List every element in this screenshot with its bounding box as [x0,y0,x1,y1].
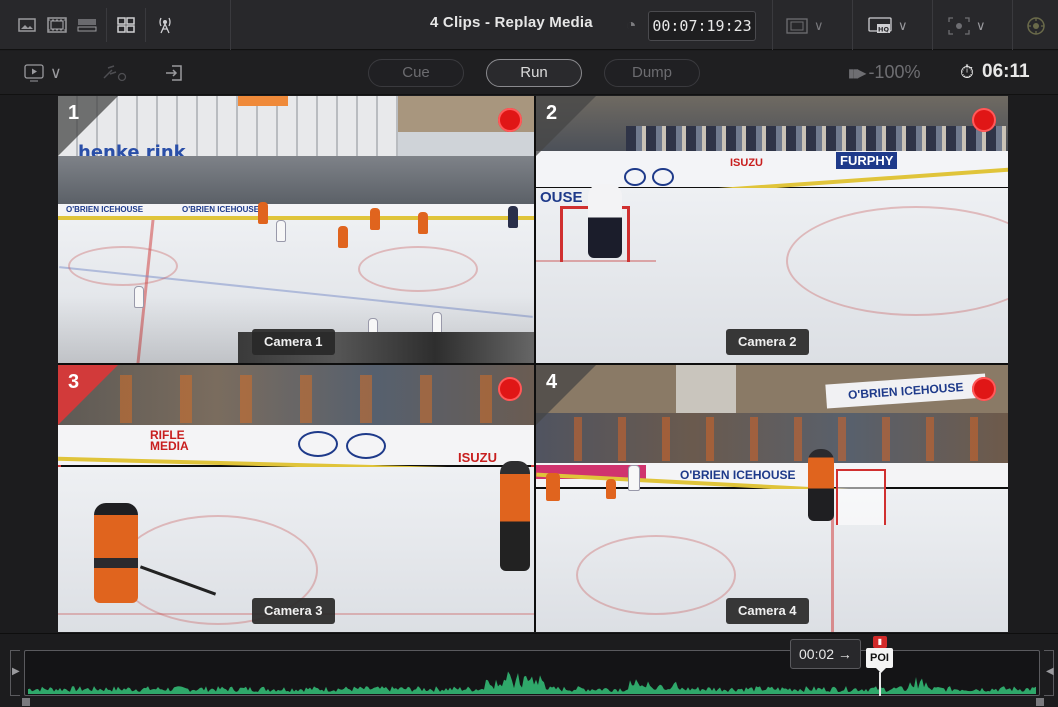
scroll-left-icon[interactable]: ▶ [12,666,20,677]
camera-label: Camera 2 [726,329,809,355]
run-button[interactable]: Run [486,59,582,87]
transition-icon[interactable] [102,61,128,85]
poi-marker[interactable]: POI [866,648,893,673]
svg-text:HQ: HQ [878,26,889,34]
record-indicator-icon [498,108,522,132]
cue-button[interactable]: Cue [368,59,464,87]
stopwatch-icon: ⏱ [960,61,975,82]
safe-area-dropdown[interactable]: ∨ [786,12,824,40]
multiview-grid-icon[interactable] [111,11,141,39]
board-ad: O'BRIEN ICEHOUSE [182,205,260,214]
board-ad: FURPHY [836,152,898,169]
record-indicator-icon [972,108,996,132]
camera-tile-4[interactable]: O'BRIEN ICEHOUSE O'BRIEN ICEHOUSE 4 Came… [536,365,1008,632]
replay-timeline[interactable]: ▶ ◀ 00:02 → ▮ POI [0,633,1058,707]
image-view-icon[interactable] [12,11,42,39]
board-ad: O'BRIEN ICEHOUSE [66,205,144,214]
transport-bar: ∨ Cue Run Dump ▮▮▶ -100% ⏱ 06:11 [0,51,1058,95]
chevron-down-icon: ∨ [50,65,62,82]
toolbar-divider [106,8,107,42]
camera-4-feed: O'BRIEN ICEHOUSE O'BRIEN ICEHOUSE [536,365,1008,632]
chevron-down-icon: ∨ [898,18,908,33]
camera-1-feed: henke rink O'BRIEN ICEHOUSE O'BRIEN ICEH… [58,96,534,363]
camera-tile-2[interactable]: FURPHY ISUZU OUSE 2 Camera 2 [536,96,1008,363]
dump-button[interactable]: Dump [604,59,700,87]
replay-app: 4 Clips - Replay Media ◔ 00:07:19:23 ∨ H… [0,0,1058,707]
hq-monitor-icon: HQ [868,17,892,34]
page-title: 4 Clips - Replay Media [430,14,593,31]
board-ad: ISUZU [730,157,763,169]
zoom-frame-icon [948,17,970,35]
board-ad: RIFLE MEDIA [150,428,189,453]
toolbar-divider [230,0,231,50]
live-antenna-icon[interactable] [150,11,180,39]
color-wheel-icon [1027,17,1045,35]
top-toolbar: 4 Clips - Replay Media ◔ 00:07:19:23 ∨ H… [0,0,1058,50]
camera-tile-3[interactable]: RIFLE MEDIA ISUZU 3 Camera 3 [58,365,534,632]
tile-number: 3 [68,371,80,393]
color-scope-button[interactable] [1026,12,1046,40]
board-ad: OUSE [540,189,583,206]
tile-number-badge: 4 [536,365,596,425]
safe-area-icon [786,18,808,34]
tile-number-badge: 1 [58,96,118,156]
enter-clip-icon[interactable] [164,61,184,85]
camera-3-feed: RIFLE MEDIA ISUZU [58,365,534,632]
toolbar-divider [932,0,933,50]
chevron-down-icon: ∨ [814,18,824,33]
speed-arrows-icon: ▮▮▶ [848,65,866,80]
playhead[interactable] [879,672,881,696]
clip-view-icon[interactable] [42,11,72,39]
tile-number: 1 [68,102,80,124]
toolbar-divider [852,0,853,50]
speed-value: -100% [868,62,921,82]
camera-2-feed: FURPHY ISUZU OUSE [536,96,1008,363]
playhead-marker-icon[interactable]: ▮ [873,636,887,648]
toolbar-divider [772,0,773,50]
toolbar-divider [145,8,146,42]
quality-dropdown[interactable]: HQ ∨ [868,12,908,40]
timeline-view-icon[interactable] [72,11,102,39]
tile-number-badge: 3 [58,365,118,425]
tile-number: 4 [546,371,558,393]
playback-speed[interactable]: ▮▮▶ -100% [848,62,920,83]
scroll-right-icon[interactable]: ◀ [1046,666,1054,677]
tile-number-badge: 2 [536,96,596,156]
record-indicator-icon [972,377,996,401]
timecode-clock-icon[interactable]: ◔ [618,12,644,38]
record-indicator-icon [498,377,522,401]
timecode-display[interactable]: 00:07:19:23 [648,11,756,41]
camera-label: Camera 1 [252,329,335,355]
countdown-timer: ⏱ 06:11 [960,61,1030,83]
zoom-dropdown[interactable]: ∨ [948,12,986,40]
timer-value: 06:11 [982,61,1030,82]
multiview-grid: henke rink O'BRIEN ICEHOUSE O'BRIEN ICEH… [58,96,1008,632]
playback-monitor-icon [24,64,44,82]
layout-icons [12,8,180,42]
camera-tile-1[interactable]: henke rink O'BRIEN ICEHOUSE O'BRIEN ICEH… [58,96,534,363]
clip-duration: 00:02 → [790,639,861,669]
out-point-handle[interactable] [1036,698,1044,706]
camera-label: Camera 3 [252,598,335,624]
toolbar-divider [1012,0,1013,50]
in-point-handle[interactable] [22,698,30,706]
board-ad: ISUZU [458,450,497,465]
camera-label: Camera 4 [726,598,809,624]
tile-number: 2 [546,102,558,124]
playback-mode-dropdown[interactable]: ∨ [24,61,62,85]
chevron-down-icon: ∨ [976,18,986,33]
